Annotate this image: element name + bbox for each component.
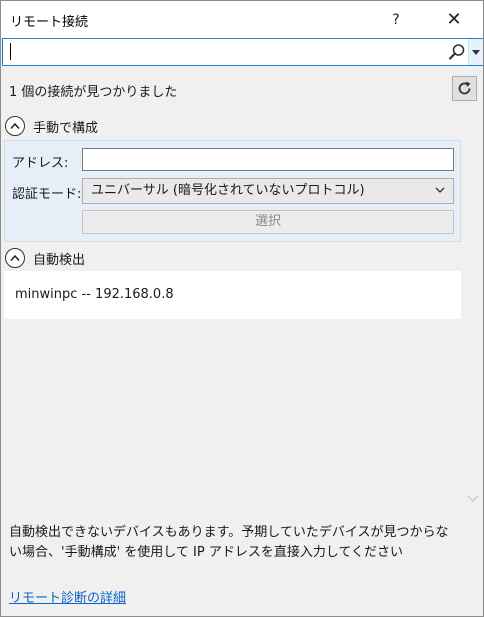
collapse-chevron-icon[interactable] [5, 116, 25, 136]
collapse-chevron-icon[interactable] [5, 248, 25, 268]
auth-mode-value: ユニバーサル (暗号化されていないプロトコル) [91, 183, 365, 198]
manual-config-header[interactable]: 手動で構成 [5, 115, 98, 137]
connection-count-status: 1 個の接続が見つかりました [9, 85, 178, 100]
auto-detect-note: 自動検出できないデバイスもあります。予期していたデバイスが見つからない場合、'手… [9, 525, 449, 560]
remote-connection-window: リモート接続 ? ✕ 1 個の接続が見つかりました 手動で構成 アドレス: 認証… [0, 0, 484, 617]
auth-mode-label: 認証モード: [12, 187, 82, 202]
search-box[interactable] [2, 38, 483, 66]
remote-diagnostics-link[interactable]: リモート診断の詳細 [9, 587, 126, 606]
text-caret [10, 43, 11, 60]
auto-detect-header[interactable]: 自動検出 [5, 247, 85, 269]
scroll-down-chevron-icon[interactable] [467, 494, 479, 504]
auth-mode-select[interactable]: ユニバーサル (暗号化されていないプロトコル) [82, 178, 454, 204]
refresh-button[interactable] [452, 76, 477, 101]
list-item[interactable]: minwinpc -- 192.168.0.8 [15, 287, 174, 302]
detected-device-list: minwinpc -- 192.168.0.8 [4, 271, 461, 319]
address-field[interactable] [82, 148, 454, 171]
close-button[interactable]: ✕ [431, 1, 477, 38]
search-input[interactable] [5, 41, 441, 63]
title-bar: リモート接続 ? ✕ [1, 1, 483, 38]
window-title: リモート接続 [10, 15, 89, 30]
dropdown-arrow-icon [472, 49, 480, 55]
auto-detect-label: 自動検出 [33, 252, 86, 268]
help-button[interactable]: ? [373, 1, 419, 38]
refresh-icon [458, 81, 471, 95]
address-label: アドレス: [12, 156, 69, 171]
search-dropdown-button[interactable] [468, 39, 483, 65]
manual-config-panel: アドレス: 認証モード: ユニバーサル (暗号化されていないプロトコル) 選択 [4, 140, 461, 242]
chevron-down-icon [435, 187, 445, 193]
select-button[interactable]: 選択 [82, 210, 454, 234]
search-icon[interactable] [447, 42, 467, 62]
manual-config-label: 手動で構成 [33, 120, 99, 136]
